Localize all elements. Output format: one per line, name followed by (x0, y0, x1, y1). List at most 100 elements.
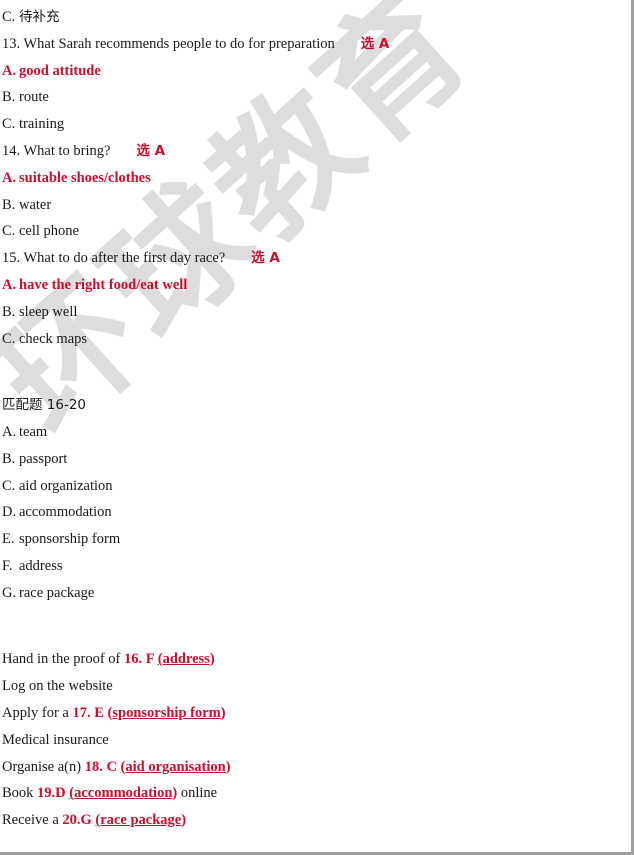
question-15-stem: 15. What to do after the first day race?… (2, 245, 631, 272)
option-text: good attitude (19, 62, 101, 79)
option-text: route (19, 89, 49, 106)
option-letter: C. (2, 330, 16, 347)
step-prefix: Receive a (2, 812, 63, 829)
matching-section-heading: 匹配题 16-20 (2, 392, 631, 419)
option-text: aid organization (19, 477, 113, 494)
bank-item-e: E. sponsorship form (2, 526, 631, 553)
option-text: cell phone (19, 223, 79, 240)
option-text: address (19, 557, 63, 574)
option-letter: C. (2, 223, 16, 240)
document-content: C. 待补充 13. What Sarah recommends people t… (0, 0, 631, 852)
question-number: 13. (2, 35, 21, 52)
step-close-paren: ) (209, 651, 215, 668)
option-text: sleep well (19, 303, 78, 320)
bank-item-g: G. race package (2, 580, 631, 607)
step-answer: race package (100, 812, 182, 829)
option-letter: A. (2, 276, 17, 293)
option-letter: E. (2, 531, 15, 548)
option-letter: C. (2, 116, 16, 133)
question-15-option-b: B. sleep well (2, 299, 631, 326)
matching-heading-text: 匹配题 16-20 (2, 397, 87, 414)
option-text: sponsorship form (19, 531, 121, 548)
question-13-option-b: B. route (2, 84, 631, 111)
step-prefix: Apply for a (2, 704, 73, 721)
flow-step-19: Book 19.D (accommodation) online (2, 780, 631, 807)
step-number: 18. C (84, 758, 121, 775)
question-15-answer-marker: 选 A (251, 250, 280, 267)
question-text: What to bring? (23, 142, 111, 159)
step-prefix: Hand in the proof of (2, 651, 125, 668)
step-number: 20.G (62, 812, 96, 829)
option-letter: C. (2, 9, 16, 25)
option-letter: B. (2, 303, 16, 320)
option-text: team (19, 423, 48, 440)
step-number: 17. E (72, 704, 108, 721)
option-text: have the right food/eat well (19, 276, 188, 293)
step-answer: accommodation (74, 785, 173, 802)
bank-item-c: C. aid organization (2, 473, 631, 500)
question-14-answer-marker: 选 A (136, 142, 166, 159)
answer-sheet-page: 环球教育 C. 待补充 13. What Sarah recommends peo… (0, 0, 634, 855)
option-text: check maps (19, 330, 88, 347)
flow-step-20: Receive a 20.G (race package) (2, 807, 631, 834)
bank-item-d: D. accommodation (2, 499, 631, 526)
step-prefix: Organise a(n) (2, 758, 85, 775)
question-14-option-c: C. cell phone (2, 218, 631, 245)
step-prefix: Log on the website (2, 678, 113, 695)
option-letter: A. (2, 423, 17, 440)
flow-step-medical-insurance: Medical insurance (2, 727, 631, 754)
option-text: accommodation (19, 504, 112, 521)
question-13-option-a: A. good attitude (2, 58, 631, 85)
leftover-option-c: C. 待补充 (2, 4, 631, 31)
option-text: suitable shoes/clothes (19, 169, 151, 186)
flow-step-log-on-website: Log on the website (2, 673, 631, 700)
option-text: water (19, 196, 52, 213)
option-text: 待补充 (19, 9, 60, 25)
option-text: training (19, 116, 65, 133)
step-close-paren: ) (220, 704, 226, 721)
question-13-answer-marker: 选 A (360, 35, 390, 52)
option-letter: C. (2, 477, 16, 494)
step-answer: aid organisation (125, 758, 226, 775)
option-letter: F. (2, 557, 13, 574)
option-letter: D. (2, 504, 17, 521)
step-close-paren: ) (225, 758, 231, 775)
option-letter: B. (2, 89, 16, 106)
bank-item-a: A. team (2, 419, 631, 446)
flow-step-18: Organise a(n) 18. C (aid organisation) (2, 754, 631, 781)
option-letter: A. (2, 62, 17, 79)
question-15-option-a: A. have the right food/eat well (2, 272, 631, 299)
question-number: 14. (2, 142, 21, 159)
question-14-option-a: A. suitable shoes/clothes (2, 165, 631, 192)
question-14-option-b: B. water (2, 192, 631, 219)
question-13-stem: 13. What Sarah recommends people to do f… (2, 31, 631, 58)
flow-step-17: Apply for a 17. E (sponsorship form) (2, 700, 631, 727)
step-suffix: online (177, 785, 218, 802)
option-letter: A. (2, 169, 17, 186)
bank-item-b: B. passport (2, 446, 631, 473)
step-prefix: Medical insurance (2, 731, 109, 748)
question-15-option-c: C. check maps (2, 326, 631, 353)
step-answer: address (162, 651, 210, 668)
step-number: 19.D (37, 785, 70, 802)
option-letter: B. (2, 196, 16, 213)
bank-item-f: F. address (2, 553, 631, 580)
option-text: race package (19, 584, 95, 601)
question-14-stem: 14. What to bring? 选 A (2, 138, 631, 165)
option-letter: G. (2, 584, 17, 601)
step-close-paren: ) (181, 812, 187, 829)
question-13-option-c: C. training (2, 111, 631, 138)
step-prefix: Book (2, 785, 38, 802)
step-answer: sponsorship form (112, 704, 221, 721)
step-number: 16. F (124, 651, 158, 668)
option-text: passport (19, 450, 68, 467)
question-text: What Sarah recommends people to do for p… (23, 35, 335, 52)
question-text: What to do after the first day race? (23, 250, 226, 267)
flow-step-16: Hand in the proof of 16. F (address) (2, 646, 631, 673)
option-letter: B. (2, 450, 16, 467)
